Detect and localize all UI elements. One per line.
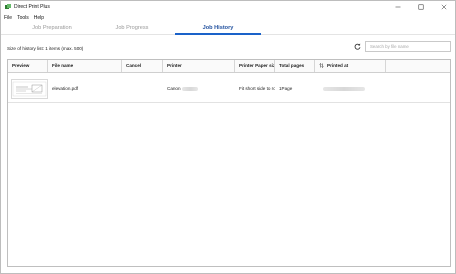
tab-label: Job History	[202, 25, 234, 31]
menu-file[interactable]: File	[4, 15, 12, 21]
redacted-printer-model	[181, 86, 198, 91]
window-controls	[386, 1, 455, 13]
refresh-icon	[354, 43, 360, 50]
column-header-printer[interactable]: Printer	[163, 60, 235, 72]
app-window: Direct Print Plus File Tools Help Job Pr…	[0, 0, 456, 274]
column-header-total-pages[interactable]: Total pages	[275, 60, 315, 72]
app-logo-icon	[5, 4, 11, 10]
menu-help[interactable]: Help	[34, 15, 44, 21]
search-box[interactable]	[365, 41, 451, 52]
tab-label: Job Preparation	[32, 25, 72, 31]
title-bar: Direct Print Plus	[1, 1, 455, 13]
column-header-printed-at[interactable]: Printed at	[315, 60, 386, 72]
tab-job-preparation[interactable]: Job Preparation	[17, 24, 87, 35]
maximize-icon	[418, 4, 423, 10]
tab-bar: Job Preparation Job Progress Job History	[1, 22, 455, 35]
search-input[interactable]	[366, 42, 450, 51]
close-icon	[441, 4, 446, 10]
column-header-preview[interactable]: Preview	[8, 60, 48, 72]
column-header-paper-size[interactable]: Printer Paper siz	[235, 60, 275, 72]
table-row[interactable]: elevation.pdf Canon Fit short side to ro…	[8, 74, 450, 103]
window-title: Direct Print Plus	[14, 4, 50, 10]
table-header: Preview File name Cancel Printer Printer…	[8, 60, 450, 73]
tab-label: Job Progress	[115, 25, 149, 31]
cell-printed-at	[315, 74, 386, 103]
cell-file-name: elevation.pdf	[52, 86, 79, 91]
close-button[interactable]	[432, 1, 455, 13]
column-header-cancel[interactable]: Cancel	[122, 60, 163, 72]
cell-preview	[8, 74, 48, 103]
menu-bar: File Tools Help	[1, 13, 455, 22]
sort-updown-icon	[319, 63, 324, 69]
history-size-text: Size of history list: 1 items (max. 500)	[7, 46, 84, 51]
menu-tools[interactable]: Tools	[17, 15, 29, 21]
cell-cancel	[122, 74, 163, 103]
tab-job-progress[interactable]: Job Progress	[97, 24, 167, 35]
column-header-printed-at-label: Printed at	[327, 63, 349, 68]
cell-printer: Canon	[163, 74, 235, 103]
printer-name: Canon	[167, 86, 181, 91]
cell-paper-size: Fit short side to roll	[239, 86, 275, 91]
history-table: Preview File name Cancel Printer Printer…	[7, 59, 451, 267]
cell-total-pages: 1Page	[279, 86, 293, 91]
document-thumbnail	[11, 79, 48, 99]
minimize-icon	[395, 6, 400, 8]
maximize-button[interactable]	[409, 1, 432, 13]
history-toolbar: Size of history list: 1 items (max. 500)	[1, 35, 455, 57]
minimize-button[interactable]	[386, 1, 409, 13]
tab-job-history[interactable]: Job History	[175, 24, 261, 35]
column-header-file-name[interactable]: File name	[48, 60, 122, 72]
refresh-button[interactable]	[353, 42, 361, 50]
redacted-printed-at	[323, 86, 365, 91]
